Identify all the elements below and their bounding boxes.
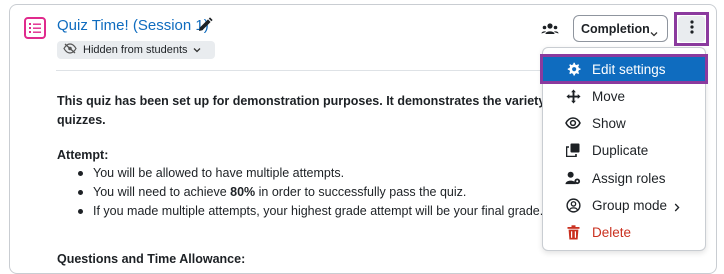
user-circle-icon (565, 197, 581, 213)
attempt-heading: Attempt: (57, 148, 109, 162)
edit-title-pencil-icon[interactable] (196, 16, 214, 34)
menu-item-assign-roles[interactable]: Assign roles (543, 166, 705, 190)
menu-item-label: Move (592, 88, 626, 104)
description-intro: This quiz has been set up for demonstrat… (57, 94, 547, 108)
visibility-badge[interactable]: Hidden from students (57, 41, 215, 59)
attempt-list: You will be allowed to have multiple att… (57, 164, 543, 221)
actions-dropdown-menu: Edit settings Move Show Duplicate Assign… (540, 47, 708, 251)
menu-item-move[interactable]: Move (543, 84, 705, 108)
header-divider (56, 70, 542, 71)
quiz-icon (24, 17, 46, 39)
menu-item-label: Group mode (592, 197, 668, 213)
menu-item-duplicate[interactable]: Duplicate (543, 138, 705, 162)
visibility-badge-label: Hidden from students (83, 44, 188, 56)
activity-title-link[interactable]: Quiz Time! (Session 1) (57, 17, 209, 34)
chevron-down-icon (650, 26, 658, 40)
list-item: If you made multiple attempts, your high… (57, 202, 543, 221)
menu-item-label: Show (592, 115, 626, 131)
completion-label: Completion (581, 21, 650, 36)
list-item: You will need to achieve 80% in order to… (57, 183, 543, 202)
trash-icon (565, 224, 581, 240)
eye-icon (565, 115, 581, 131)
actions-menu-button[interactable] (678, 16, 705, 42)
menu-item-delete[interactable]: Delete (543, 220, 705, 244)
user-cog-icon (565, 170, 581, 186)
menu-item-label: Assign roles (592, 170, 666, 186)
menu-item-label: Delete (592, 224, 632, 240)
gear-icon (565, 61, 581, 77)
description-intro-cont: quizzes. (57, 113, 106, 127)
menu-item-show[interactable]: Show (543, 111, 705, 135)
list-item: You will be allowed to have multiple att… (57, 164, 543, 183)
menu-item-label: Edit settings (592, 61, 666, 77)
chevron-down-icon (193, 44, 207, 56)
move-icon (565, 88, 581, 104)
menu-item-label: Duplicate (592, 142, 649, 158)
people-icon[interactable] (540, 21, 560, 37)
menu-item-edit-settings[interactable]: Edit settings (540, 54, 708, 84)
copy-icon (565, 142, 581, 158)
chevron-right-icon (674, 200, 680, 215)
kebab-icon (689, 19, 694, 39)
eye-slash-icon (63, 43, 83, 57)
completion-dropdown-button[interactable]: Completion (573, 15, 668, 42)
menu-item-group-mode[interactable]: Group mode (543, 193, 705, 217)
